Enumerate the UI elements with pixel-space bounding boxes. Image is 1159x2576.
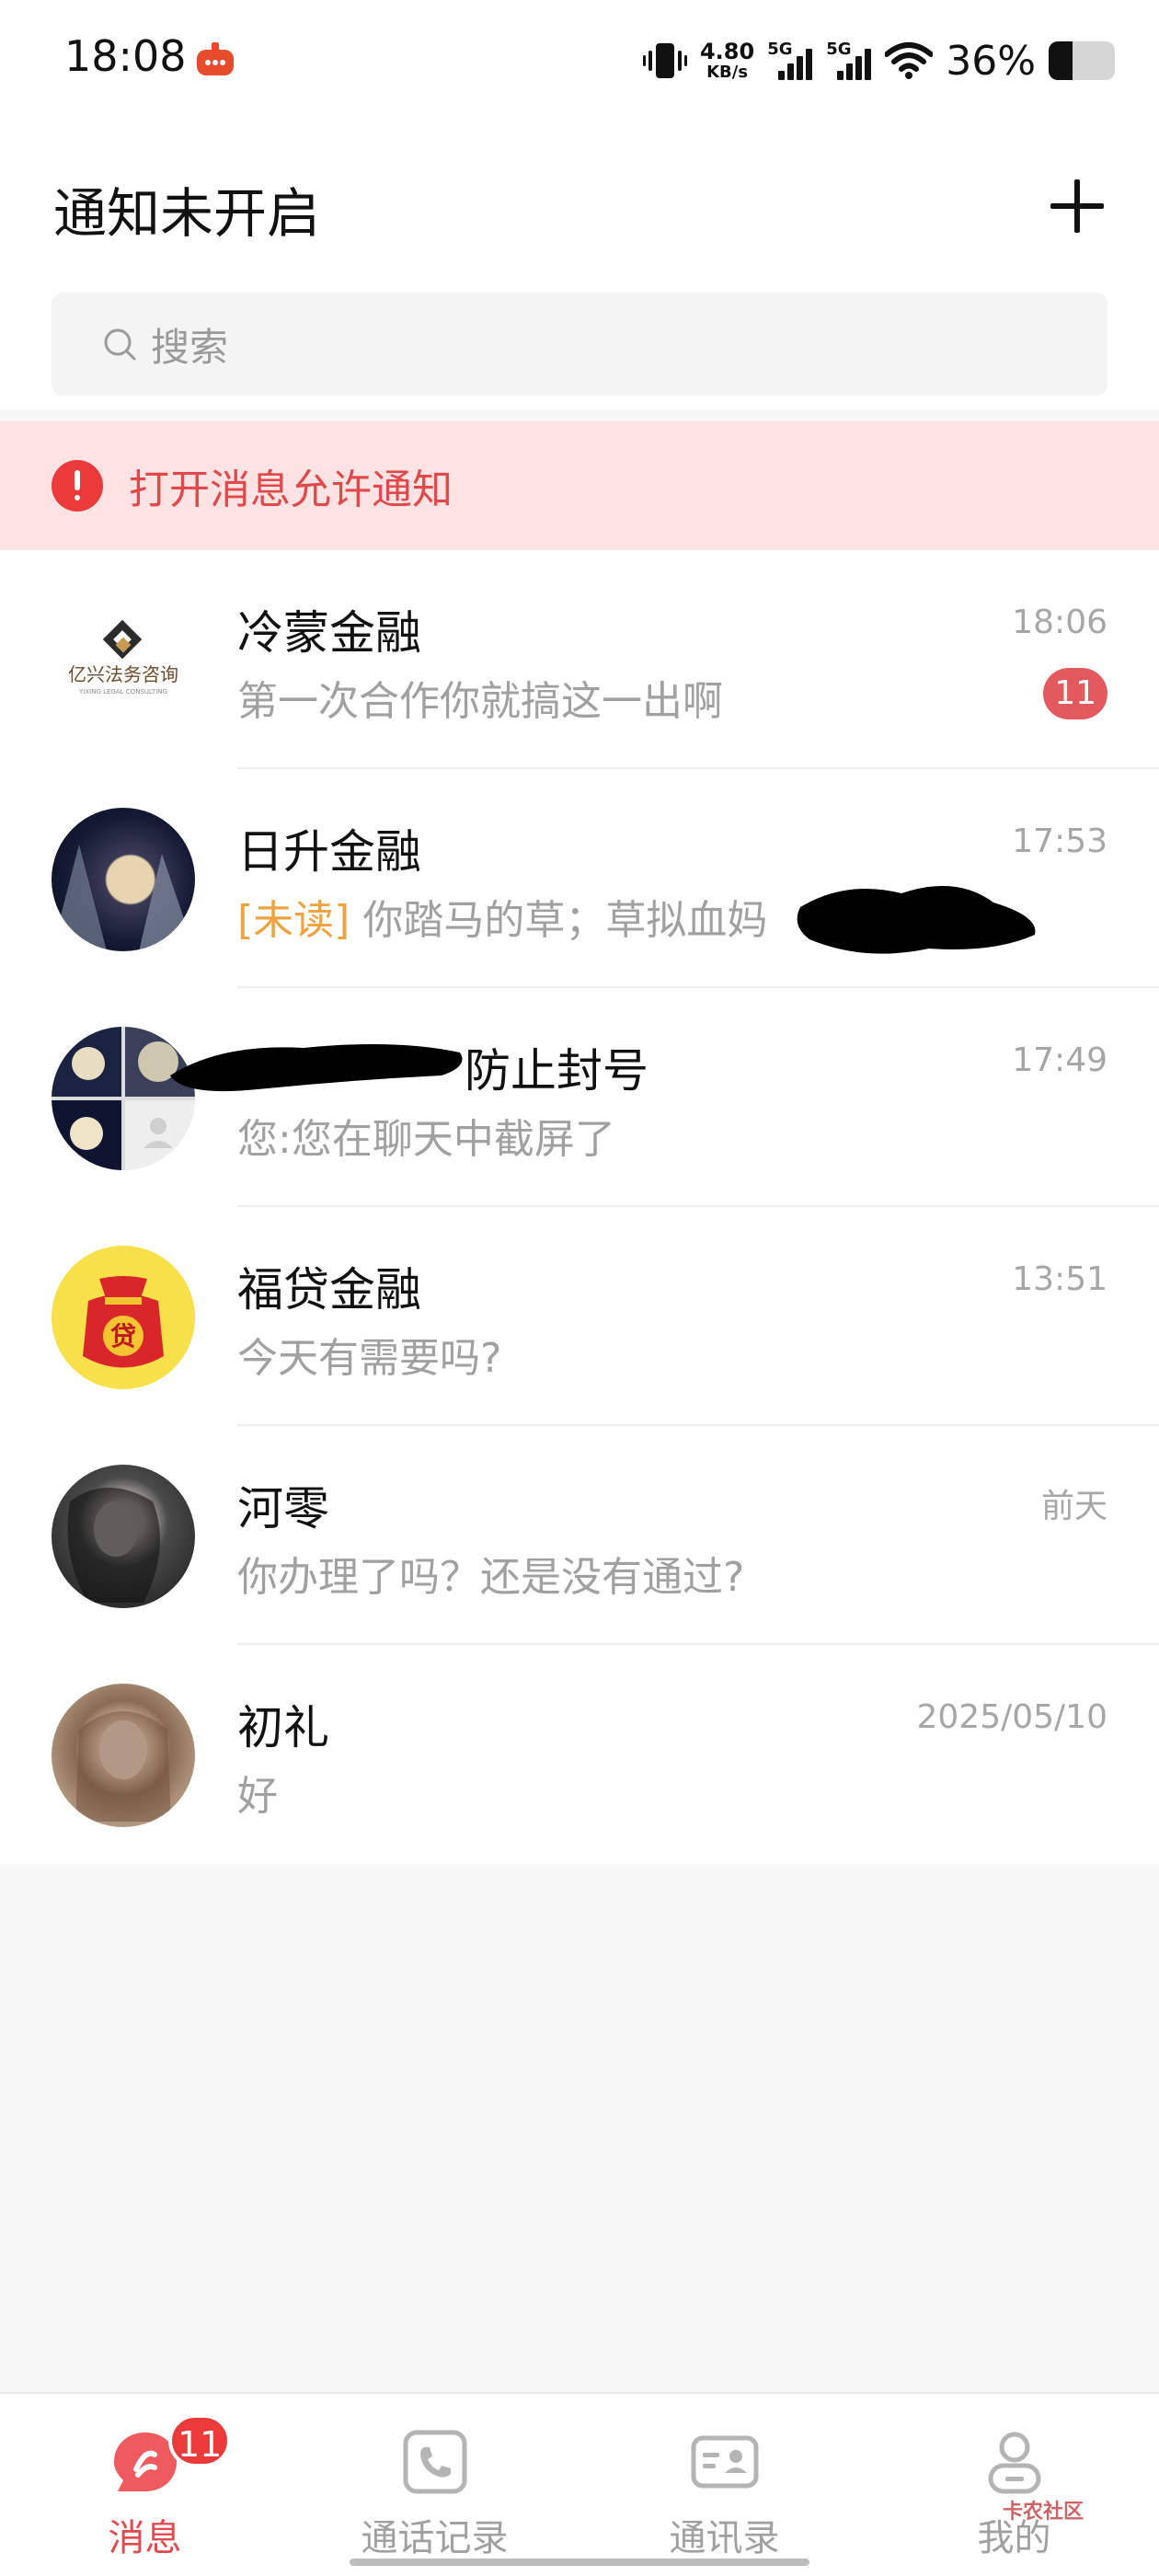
avatar: [52, 1684, 195, 1827]
svg-text:亿兴法务咨询: 亿兴法务咨询: [68, 663, 178, 685]
contact-name: 福贷金融: [237, 1263, 421, 1317]
search-placeholder: 搜索: [151, 324, 229, 370]
tab-messages[interactable]: 11 消息: [0, 2394, 290, 2576]
watermark: 卡农社区: [1003, 2501, 1084, 2524]
warning-icon: [52, 460, 103, 512]
battery-fill: [1049, 41, 1073, 80]
conversation-row[interactable]: 日升金融 [未读] 你踏马的草；草拟血妈 17:53: [0, 769, 1159, 988]
search-input[interactable]: 搜索: [52, 293, 1107, 396]
redaction-scribble: [797, 886, 1036, 954]
message-time: 17:49: [1012, 1041, 1107, 1079]
svg-text:YIXING LEGAL CONSULTING: YIXING LEGAL CONSULTING: [78, 688, 167, 696]
message-time: 13:51: [1012, 1260, 1107, 1298]
conversation-row[interactable]: 防止封号 您:您在聊天中截屏了 17:49: [0, 988, 1159, 1207]
messages-screen: 18:08 4.80 KB/s 5G 5G 36% 通知未开启 搜索 打开消息允…: [0, 0, 1159, 2576]
search-icon: [104, 328, 136, 361]
message-time: 17:53: [1012, 822, 1107, 860]
add-button[interactable]: [1050, 179, 1104, 233]
contact-name: 防止封号: [465, 1044, 648, 1098]
contact-name: 河零: [237, 1482, 329, 1535]
tab-label: 通讯录: [669, 2517, 780, 2559]
message-preview: 您:您在聊天中截屏了: [237, 1116, 615, 1163]
signal-sim1-icon: 5G: [767, 40, 813, 82]
message-time: 18:06: [1012, 604, 1107, 641]
page-title: 通知未开启: [53, 182, 321, 245]
unread-tag: [未读]: [237, 897, 350, 944]
message-time: 前天: [1040, 1488, 1107, 1525]
message-time: 2025/05/10: [916, 1698, 1108, 1736]
status-right-group: 4.80 KB/s 5G 5G 36%: [642, 33, 1115, 88]
battery-percent: 36%: [946, 37, 1036, 85]
tab-call-history[interactable]: 通话记录: [290, 2394, 580, 2576]
preview-text: 你踏马的草；草拟血妈: [362, 897, 768, 944]
wifi-icon: [885, 42, 934, 79]
phone-icon: [403, 2430, 466, 2494]
banner-text: 打开消息允许通知: [129, 466, 453, 513]
bottom-tab-bar: 11 消息 通话记录 通讯录 我的: [0, 2392, 1159, 2576]
header: 通知未开启 搜索: [0, 124, 1159, 409]
vibrate-icon: [642, 43, 687, 78]
home-indicator[interactable]: [350, 2559, 809, 2566]
conversation-row[interactable]: 贷 福贷金融 今天有需要吗? 13:51: [0, 1207, 1159, 1426]
avatar: 贷: [52, 1246, 195, 1389]
contact-name: 日升金融: [237, 825, 421, 879]
conversation-row[interactable]: 初礼 好 2025/05/10: [0, 1645, 1159, 1864]
tab-badge: 11: [168, 2414, 232, 2467]
tab-label: 通话记录: [361, 2517, 509, 2559]
message-preview: [未读] 你踏马的草；草拟血妈: [237, 887, 767, 946]
avatar: [52, 1465, 195, 1608]
profile-icon: [988, 2432, 1040, 2494]
status-bar: 18:08 4.80 KB/s 5G 5G 36%: [0, 0, 1159, 124]
app-notification-icon: [197, 42, 234, 75]
conversation-list: 亿兴法务咨询 YIXING LEGAL CONSULTING 冷蒙金融 第一次合…: [0, 550, 1159, 1864]
avatar: [52, 808, 195, 951]
avatar: 亿兴法务咨询 YIXING LEGAL CONSULTING: [52, 589, 195, 732]
contact-name: 冷蒙金融: [237, 606, 421, 660]
tab-contacts[interactable]: 通讯录: [580, 2394, 869, 2576]
network-speed: 4.80 KB/s: [699, 39, 755, 82]
contacts-icon: [691, 2435, 758, 2489]
redaction-scribble: [170, 1044, 463, 1092]
message-preview: 好: [237, 1773, 278, 1820]
battery-icon: [1049, 41, 1115, 80]
enable-notifications-banner[interactable]: 打开消息允许通知: [0, 421, 1159, 550]
signal-sim2-icon: 5G: [826, 40, 872, 82]
tab-label: 消息: [108, 2517, 182, 2559]
company-logo: 亿兴法务咨询 YIXING LEGAL CONSULTING: [68, 619, 178, 696]
message-preview: 你办理了吗？还是没有通过?: [237, 1554, 745, 1601]
contact-name: 初礼: [237, 1701, 329, 1754]
unread-badge: 11: [1043, 668, 1107, 719]
conversation-row[interactable]: 亿兴法务咨询 YIXING LEGAL CONSULTING 冷蒙金融 第一次合…: [0, 550, 1159, 769]
message-preview: 第一次合作你就搞这一出啊: [237, 678, 723, 725]
status-time: 18:08: [64, 31, 187, 81]
svg-text:贷: 贷: [110, 1321, 136, 1351]
tab-profile[interactable]: 我的: [869, 2394, 1159, 2576]
message-preview: 今天有需要吗?: [237, 1335, 502, 1382]
conversation-row[interactable]: 河零 你办理了吗？还是没有通过? 前天: [0, 1426, 1159, 1645]
